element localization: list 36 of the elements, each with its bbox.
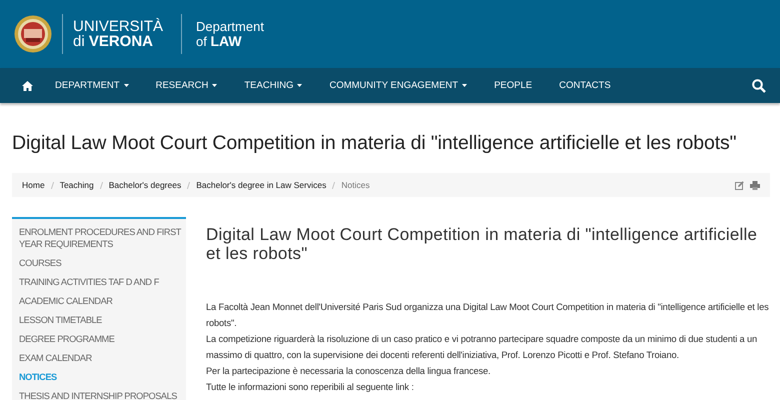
breadcrumb-link[interactable]: Bachelor's degrees <box>108 180 182 190</box>
sidebar-link[interactable]: COURSES <box>19 257 182 269</box>
article-title: Digital Law Moot Court Competition in materia di "intelligence artificielle et les robots" <box>206 225 758 263</box>
search-icon[interactable] <box>752 78 766 92</box>
sidebar-link[interactable]: THESIS AND INTERNSHIP PROPOSALS <box>19 390 182 400</box>
article-paragraph: Per la partecipazione è necessaria la conoscenza della lingua francese. <box>206 365 492 378</box>
page-title: Digital Law Moot Court Competition in materia di "intelligence artificielle et les robots" <box>12 132 738 155</box>
edit-icon[interactable] <box>735 180 744 190</box>
sidebar-link[interactable]: DEGREE PROGRAMME <box>19 333 182 345</box>
home-icon[interactable] <box>22 80 33 90</box>
sidebar-link[interactable]: TRAINING ACTIVITIES TAF D AND F <box>19 276 182 288</box>
breadcrumb-separator-icon <box>50 182 54 188</box>
nav-menu-item[interactable]: TEACHING <box>244 80 302 91</box>
nav-menu-item[interactable]: PEOPLE <box>494 80 532 91</box>
nav-menu-item[interactable]: RESEARCH <box>156 80 218 91</box>
nav-menu-item[interactable]: DEPARTMENT <box>55 80 129 91</box>
breadcrumb-separator-icon <box>100 182 103 188</box>
department-name: Department of LAW <box>196 20 264 48</box>
sidebar-link[interactable]: LESSON TIMETABLE <box>19 314 182 326</box>
breadcrumb-separator-icon <box>332 182 336 188</box>
article-paragraph: Tutte le informazioni sono reperibili al seguente link : <box>206 381 415 394</box>
university-name: UNIVERSITÀ di VERONA <box>73 19 164 49</box>
article-paragraph: La Facoltà Jean Monnet dell'Université Paris Sud organizza una Digital Law Moot Court Competition in materia di "intelligence artificielle et les robots". <box>206 301 770 330</box>
university-seal-logo[interactable] <box>14 15 52 53</box>
sidebar-link[interactable]: EXAM CALENDAR <box>19 352 182 364</box>
breadcrumb-link[interactable]: Teaching <box>60 180 94 190</box>
sidebar-link[interactable]: ENROLMENT PROCEDURES AND FIRST YEAR REQUIREMENTS <box>19 226 182 250</box>
article-paragraph: La competizione riguarderà la risoluzione di un caso pratico e vi potranno partecipare squadre composte da un minimo di due studenti a un massimo di quattro, con la supervisione dei docenti referenti dell'iniziativa, Prof. Lorenzo Picotti e Prof. Stefano Troiano. <box>206 333 758 362</box>
breadcrumb-link[interactable]: Bachelor's degree in Law Services <box>196 180 326 190</box>
print-icon[interactable] <box>750 180 760 190</box>
breadcrumb-separator-icon <box>187 182 190 188</box>
nav-menu-item[interactable]: CONTACTS <box>559 80 611 91</box>
breadcrumb-link[interactable]: Home <box>22 180 45 190</box>
sidebar-link[interactable]: ACADEMIC CALENDAR <box>19 295 182 307</box>
nav-menu-item[interactable]: COMMUNITY ENGAGEMENT <box>329 80 468 91</box>
breadcrumb-link[interactable]: Notices <box>341 180 370 190</box>
